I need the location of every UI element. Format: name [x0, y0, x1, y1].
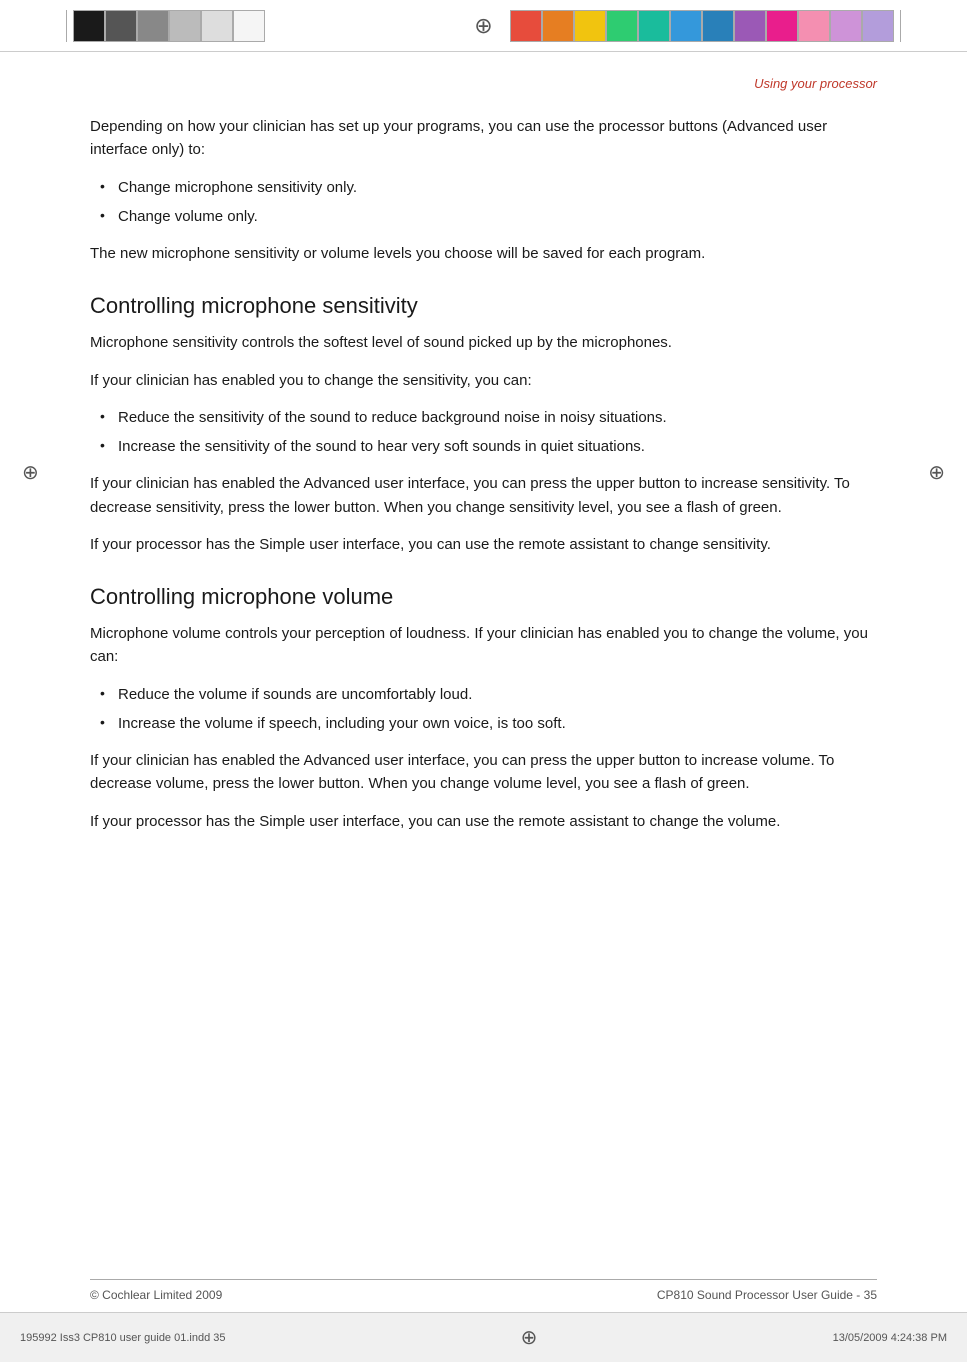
color-block-4	[169, 10, 201, 42]
color-block-3	[137, 10, 169, 42]
volume-p2: If your clinician has enabled the Advanc…	[90, 749, 877, 796]
color-block-2	[105, 10, 137, 42]
volume-bullet-2: Increase the volume if speech, including…	[90, 712, 877, 735]
intro-paragraph: Depending on how your clinician has set …	[90, 115, 877, 162]
bottom-bar-compass-icon: ⊕	[521, 1325, 538, 1350]
sensitivity-p4: If your processor has the Simple user in…	[90, 533, 877, 556]
right-divider	[900, 10, 901, 42]
color-block-r6	[670, 10, 702, 42]
intro-bullet-list: Change microphone sensitivity only. Chan…	[90, 176, 877, 229]
sensitivity-p1: Microphone sensitivity controls the soft…	[90, 331, 877, 354]
color-block-r12	[862, 10, 894, 42]
center-compass-icon: ⊕	[474, 13, 492, 39]
left-divider	[66, 10, 67, 42]
section-header: Using your processor	[90, 72, 877, 91]
color-block-r8	[734, 10, 766, 42]
color-block-r5	[638, 10, 670, 42]
color-block-r2	[542, 10, 574, 42]
sensitivity-heading: Controlling microphone sensitivity	[90, 293, 877, 319]
sensitivity-p3: If your clinician has enabled the Advanc…	[90, 472, 877, 519]
intro-bullet-1: Change microphone sensitivity only.	[90, 176, 877, 199]
bottom-bar-filename: 195992 Iss3 CP810 user guide 01.indd 35	[20, 1332, 226, 1344]
color-block-r3	[574, 10, 606, 42]
intro-bullet-2: Change volume only.	[90, 205, 877, 228]
color-block-1	[73, 10, 105, 42]
volume-p3: If your processor has the Simple user in…	[90, 810, 877, 833]
footer: © Cochlear Limited 2009 CP810 Sound Proc…	[90, 1279, 877, 1302]
color-block-6	[233, 10, 265, 42]
header-left-blocks	[0, 0, 265, 51]
right-color-blocks	[510, 10, 894, 42]
bottom-bar: 195992 Iss3 CP810 user guide 01.indd 35 …	[0, 1312, 967, 1362]
footer-page-info: CP810 Sound Processor User Guide - 35	[657, 1288, 877, 1302]
sensitivity-bullet-1: Reduce the sensitivity of the sound to r…	[90, 406, 877, 429]
footer-copyright: © Cochlear Limited 2009	[90, 1288, 222, 1302]
header-center-compass: ⊕	[474, 0, 492, 51]
color-block-r11	[830, 10, 862, 42]
header-bar: ⊕	[0, 0, 967, 52]
color-block-r7	[702, 10, 734, 42]
sensitivity-bullet-list: Reduce the sensitivity of the sound to r…	[90, 406, 877, 459]
volume-bullet-1: Reduce the volume if sounds are uncomfor…	[90, 683, 877, 706]
left-color-blocks	[73, 10, 265, 42]
bottom-bar-timestamp: 13/05/2009 4:24:38 PM	[833, 1332, 947, 1344]
volume-bullet-list: Reduce the volume if sounds are uncomfor…	[90, 683, 877, 736]
color-block-r1	[510, 10, 542, 42]
header-right-blocks	[510, 0, 967, 51]
page-content: Using your processor Depending on how yo…	[0, 52, 967, 867]
volume-heading: Controlling microphone volume	[90, 584, 877, 610]
sensitivity-p2: If your clinician has enabled you to cha…	[90, 369, 877, 392]
color-block-5	[201, 10, 233, 42]
volume-p1: Microphone volume controls your percepti…	[90, 622, 877, 669]
color-block-r9	[766, 10, 798, 42]
color-block-r10	[798, 10, 830, 42]
color-block-r4	[606, 10, 638, 42]
sensitivity-bullet-2: Increase the sensitivity of the sound to…	[90, 435, 877, 458]
new-levels-paragraph: The new microphone sensitivity or volume…	[90, 242, 877, 265]
